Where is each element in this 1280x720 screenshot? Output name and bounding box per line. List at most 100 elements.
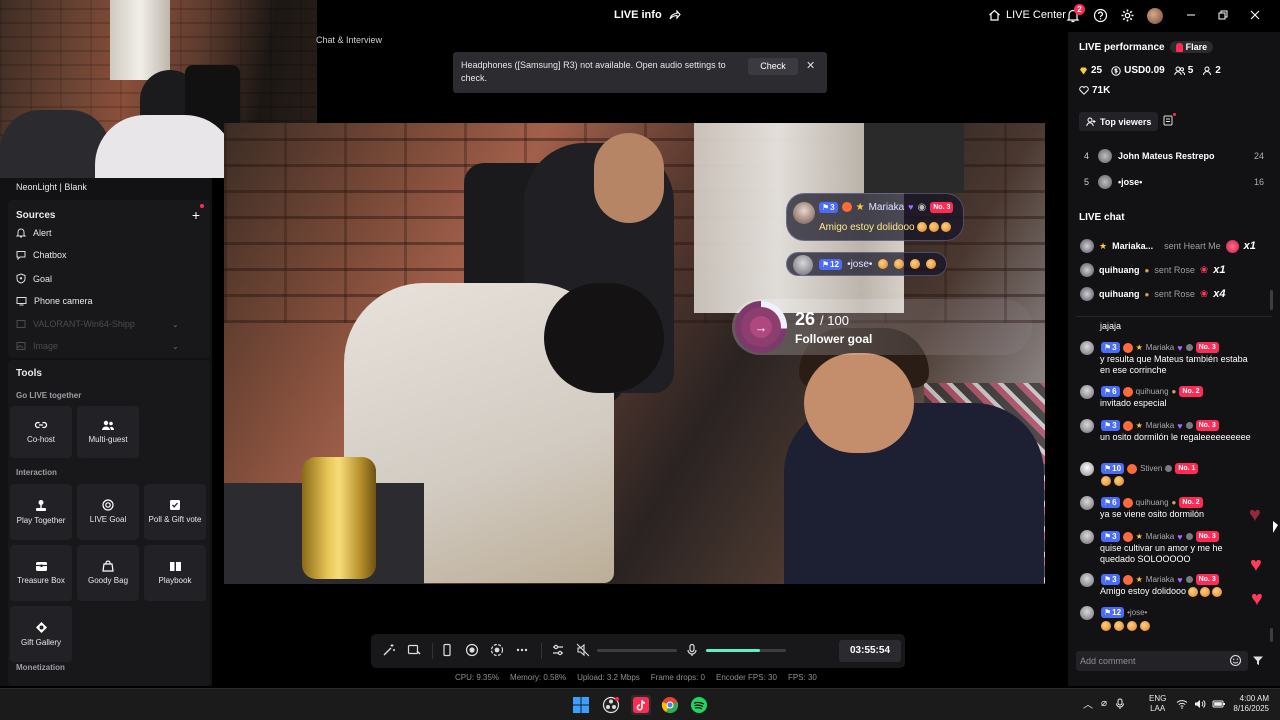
- source-item-phone-camera[interactable]: Phone camera: [16, 296, 93, 306]
- tool-multi-guest[interactable]: Multi-guest: [77, 406, 139, 458]
- taskbar-app-obs[interactable]: [602, 696, 620, 714]
- tool-treasure-box[interactable]: Treasure Box: [10, 545, 72, 601]
- profile-avatar[interactable]: [1147, 8, 1163, 24]
- message-emojis: [1100, 621, 1260, 631]
- chevron-down-icon[interactable]: ⌄: [172, 320, 179, 329]
- chat-message[interactable]: ⚑ 6 quihuang ● No. 2 invitado especial: [1080, 384, 1260, 409]
- badge-icon: ●: [1171, 387, 1177, 396]
- viewer-list-button[interactable]: [1163, 115, 1173, 129]
- chat-message[interactable]: ⚑ 10 Stiven No. 1: [1080, 461, 1260, 486]
- chat-message[interactable]: ⚑ 3 ★ Mariaka ♥ No. 3 Amigo estoy dolidoo…: [1080, 572, 1260, 597]
- emoji-button[interactable]: [1229, 654, 1242, 670]
- windows-logo-icon: [573, 697, 589, 713]
- star-icon: ★: [1135, 343, 1143, 352]
- tool-goody-bag[interactable]: Goody Bag: [77, 545, 139, 601]
- taskbar-app-spotify[interactable]: [690, 696, 708, 714]
- tool-playbook[interactable]: Playbook: [144, 545, 206, 601]
- tool-poll-gift-vote[interactable]: Poll & Gift vote: [144, 484, 206, 540]
- toast-check-button[interactable]: Check: [748, 58, 798, 75]
- top-viewers-tab[interactable]: Top viewers: [1079, 112, 1159, 131]
- source-item-goal[interactable]: Goal: [16, 273, 52, 284]
- top-viewer-row[interactable]: 4 John Mateus Restrepo 24: [1084, 149, 1264, 163]
- chevron-up-icon[interactable]: ︿: [1083, 696, 1093, 711]
- person-figure: [95, 115, 235, 178]
- scene-name[interactable]: NeonLight | Blank: [16, 182, 87, 192]
- avatar: [1080, 263, 1094, 277]
- source-item-alert[interactable]: Alert: [16, 227, 52, 238]
- new-followers-stat: 2: [1202, 65, 1221, 76]
- audio-settings-button[interactable]: [551, 643, 565, 660]
- chat-scrollbar[interactable]: [1270, 628, 1273, 642]
- top-viewer-row[interactable]: 5 •jose• 16: [1084, 175, 1264, 189]
- gift-row[interactable]: quihuang ● sent Rose ❀ x1: [1080, 263, 1226, 277]
- tool-play-together[interactable]: Play Together: [10, 484, 72, 540]
- minimize-button[interactable]: [1184, 8, 1198, 25]
- chat-message[interactable]: ⚑ 12 •jose•: [1080, 605, 1260, 631]
- close-window-button[interactable]: [1248, 8, 1262, 25]
- speaker-volume-slider[interactable]: [597, 649, 677, 652]
- microphone-icon[interactable]: [1115, 698, 1125, 710]
- avatar: [1080, 418, 1094, 433]
- live-info-button[interactable]: LIVE info: [614, 9, 681, 21]
- toast-close-button[interactable]: ✕: [806, 59, 815, 72]
- share-icon[interactable]: [669, 10, 681, 20]
- windows-taskbar: ︿ ⌀ ENG LAA 4:00 AM 8/16/2025: [0, 688, 1280, 720]
- gift-row[interactable]: ★ Mariaka... sent Heart Me x1: [1080, 239, 1256, 253]
- mic-volume-slider[interactable]: [706, 649, 786, 652]
- image-icon: [16, 342, 26, 350]
- network-off-icon[interactable]: ⌀: [1101, 698, 1107, 709]
- emoji-icon: [1188, 586, 1199, 597]
- windows-start-button[interactable]: [572, 696, 590, 714]
- mic-button[interactable]: [685, 643, 699, 660]
- notifications-button[interactable]: 2: [1066, 4, 1085, 26]
- language-indicator[interactable]: ENG LAA: [1149, 694, 1166, 714]
- maximize-button[interactable]: [1216, 8, 1230, 25]
- source-item-chatbox[interactable]: Chatbox: [16, 250, 67, 260]
- overlay-message: Amigo estoy dolidooo: [819, 221, 915, 233]
- tool-co-host[interactable]: Co-host: [10, 406, 72, 458]
- rank-badge: No. 3: [1195, 574, 1219, 585]
- star-icon: ★: [1099, 240, 1108, 251]
- tool-label: Treasure Box: [17, 576, 65, 585]
- chevron-down-icon[interactable]: ⌄: [172, 342, 179, 351]
- chat-filter-button[interactable]: [1252, 655, 1264, 669]
- record-button[interactable]: [465, 643, 479, 660]
- effects-button[interactable]: [407, 643, 421, 660]
- source-item-valorant[interactable]: VALORANT-Win64-Shipp ⌄: [16, 319, 179, 329]
- user-plus-icon: [1086, 117, 1096, 126]
- chat-message[interactable]: jajaja: [1080, 321, 1260, 332]
- gift-scrollbar[interactable]: [1270, 290, 1273, 310]
- level-badge: ⚑ 3: [1101, 574, 1120, 585]
- settings-button[interactable]: [1120, 8, 1135, 26]
- comment-input[interactable]: [1080, 654, 1220, 668]
- chat-message[interactable]: ⚑ 3 ★ Mariaka ♥ No. 3 un osito dormilón l…: [1080, 418, 1260, 443]
- level-badge: ⚑ 6: [1101, 386, 1120, 397]
- tool-gift-gallery[interactable]: Gift Gallery: [10, 606, 72, 662]
- add-source-button[interactable]: +: [192, 207, 200, 223]
- wifi-icon: [1176, 700, 1188, 709]
- tool-label: Goody Bag: [87, 576, 129, 585]
- tool-live-goal[interactable]: LIVE Goal: [77, 484, 139, 540]
- gift-row[interactable]: quihuang ● sent Rose ❀ x4: [1080, 287, 1226, 301]
- joystick-icon: [36, 499, 46, 511]
- tray-status-icons[interactable]: [1176, 699, 1226, 709]
- taskbar-app-tiktok-live[interactable]: [631, 695, 651, 715]
- chat-message[interactable]: ⚑ 3 ★ Mariaka ♥ No. 3 y resulta que Mateu…: [1080, 340, 1260, 376]
- chat-message[interactable]: ⚑ 6 quihuang ● No. 2 ya se viene osito do…: [1080, 495, 1260, 520]
- badge-icon: ●: [1144, 265, 1150, 275]
- portrait-mode-button[interactable]: [440, 643, 454, 660]
- flare-badge[interactable]: Flare: [1169, 41, 1214, 53]
- more-options-button[interactable]: [515, 643, 529, 660]
- live-center-button[interactable]: LIVE Center: [988, 9, 1066, 21]
- speaker-mute-button[interactable]: [576, 643, 590, 660]
- source-item-image[interactable]: Image ⌄: [16, 341, 179, 351]
- magic-wand-button[interactable]: [382, 643, 396, 660]
- scene-label: Chat & Interview: [316, 35, 383, 45]
- replay-button[interactable]: [490, 643, 504, 660]
- purple-heart-icon: ♥: [1177, 574, 1183, 585]
- system-clock[interactable]: 4:00 AM 8/16/2025: [1225, 694, 1269, 714]
- live-duration-timer: 03:55:54: [839, 640, 901, 662]
- chat-message[interactable]: ⚑ 3 ★ Mariaka ♥ No. 3 quise cultivar un a…: [1080, 529, 1260, 565]
- help-button[interactable]: [1093, 8, 1108, 26]
- taskbar-app-chrome[interactable]: [661, 696, 679, 714]
